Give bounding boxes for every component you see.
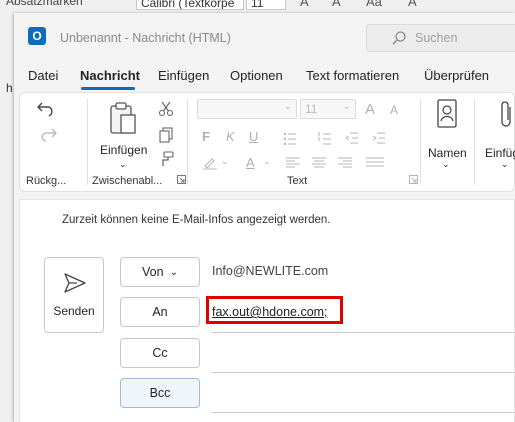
- ribbon-tabs: Datei Nachricht Einfügen Optionen Text f…: [14, 68, 515, 88]
- cut-scissors-icon[interactable]: [158, 101, 174, 117]
- font-color-button[interactable]: A: [246, 155, 255, 170]
- cc-label: Cc: [152, 346, 168, 360]
- background-toolbar: Absatzmarken Calibri (Textkörpe 11 A A A…: [0, 0, 515, 13]
- ribbon-separator: [187, 99, 188, 185]
- decrease-indent-icon[interactable]: [345, 131, 359, 145]
- active-tab-indicator: [81, 87, 135, 90]
- to-label: An: [152, 305, 168, 319]
- search-placeholder: Suchen: [415, 31, 458, 45]
- bcc-button[interactable]: Bcc: [120, 378, 200, 408]
- window-title: Unbenannt - Nachricht (HTML): [60, 31, 231, 45]
- attach-label[interactable]: Einfüg: [485, 146, 515, 160]
- tab-einfuegen[interactable]: Einfügen: [158, 68, 209, 83]
- clipboard-paste-icon[interactable]: [108, 101, 138, 137]
- line-spacing-icon[interactable]: [366, 157, 384, 169]
- to-field[interactable]: [212, 332, 515, 333]
- cc-button[interactable]: Cc: [120, 338, 200, 368]
- bold-button[interactable]: F: [202, 129, 210, 144]
- ribbon: Rückg... Einfügen ⌄ Zwischenabl... ⌄ 11 …: [19, 92, 515, 192]
- font-name-dropdown[interactable]: ⌄: [197, 99, 297, 119]
- redo-icon[interactable]: [38, 127, 58, 143]
- format-painter-icon[interactable]: [158, 151, 174, 167]
- background-font-box: Calibri (Textkörpe: [136, 0, 244, 10]
- to-recipient[interactable]: fax.out@hdone.com;: [212, 305, 328, 319]
- names-chevron-down-icon[interactable]: ⌄: [442, 159, 450, 170]
- background-left-strip: h: [0, 13, 14, 422]
- cc-field[interactable]: [212, 372, 515, 373]
- outlook-logo-icon: O: [28, 27, 46, 45]
- group-label-clipboard: Zwischenabl...: [92, 175, 163, 187]
- paperclip-icon[interactable]: [500, 99, 514, 129]
- message-window: O Unbenannt - Nachricht (HTML) Suchen Da…: [14, 13, 515, 422]
- group-label-undo: Rückg...: [26, 175, 67, 187]
- highlight-pen-icon[interactable]: [202, 156, 218, 170]
- numbered-list-icon[interactable]: [318, 131, 332, 145]
- grow-font-button[interactable]: A: [365, 101, 375, 118]
- background-case-glyph: Aa: [366, 0, 382, 9]
- tab-optionen[interactable]: Optionen: [230, 68, 283, 83]
- size-dropdown-chevron-icon: ⌄: [342, 101, 351, 112]
- ribbon-separator: [420, 99, 421, 185]
- background-top-text: Absatzmarken: [6, 0, 83, 8]
- shrink-font-button[interactable]: A: [390, 103, 398, 117]
- paste-chevron-down-icon[interactable]: ⌄: [119, 159, 127, 170]
- text-dialog-launcher-icon[interactable]: [409, 175, 418, 184]
- from-button[interactable]: Von ⌄: [120, 257, 200, 287]
- italic-button[interactable]: K: [226, 129, 235, 144]
- title-bar: O Unbenannt - Nachricht (HTML) Suchen: [14, 13, 515, 63]
- undo-icon[interactable]: [36, 99, 58, 117]
- font-color-chevron-down-icon[interactable]: ⌄: [263, 156, 271, 167]
- paste-label[interactable]: Einfügen: [100, 143, 147, 157]
- from-value: Info@NEWLITE.com: [212, 264, 329, 278]
- font-size-dropdown[interactable]: 11 ⌄: [300, 99, 356, 119]
- names-label[interactable]: Namen: [428, 146, 467, 160]
- underline-button[interactable]: U: [249, 129, 258, 144]
- to-button[interactable]: An: [120, 297, 200, 327]
- from-label: Von: [142, 265, 164, 279]
- send-icon: [64, 273, 86, 293]
- ribbon-separator: [87, 99, 88, 185]
- highlight-chevron-down-icon[interactable]: ⌄: [221, 156, 229, 167]
- font-dropdown-chevron-icon: ⌄: [283, 101, 292, 112]
- increase-indent-icon[interactable]: [372, 131, 386, 145]
- tab-nachricht[interactable]: Nachricht: [80, 68, 140, 83]
- send-button[interactable]: Senden: [44, 257, 104, 333]
- attach-chevron-down-icon[interactable]: ⌄: [501, 159, 509, 170]
- tab-text-formatieren[interactable]: Text formatieren: [306, 68, 399, 83]
- compose-area: Zurzeit können keine E-Mail-Infos angeze…: [19, 199, 515, 422]
- background-clear-format-glyph: A: [408, 0, 417, 9]
- copy-icon[interactable]: [158, 127, 174, 143]
- align-right-icon[interactable]: [338, 157, 352, 169]
- send-label: Senden: [53, 304, 95, 318]
- address-book-icon[interactable]: [436, 99, 458, 129]
- align-left-icon[interactable]: [286, 157, 300, 169]
- bcc-label: Bcc: [149, 386, 171, 400]
- group-label-text: Text: [287, 175, 308, 187]
- bullet-list-icon[interactable]: [283, 131, 297, 145]
- search-box[interactable]: Suchen: [366, 24, 515, 52]
- chevron-down-icon: ⌄: [169, 267, 178, 278]
- align-center-icon[interactable]: [312, 157, 326, 169]
- font-size-value: 11: [305, 102, 318, 116]
- bcc-field[interactable]: [212, 412, 515, 413]
- info-message: Zurzeit können keine E-Mail-Infos angeze…: [62, 214, 331, 226]
- tab-ueberpruefen[interactable]: Überprüfen: [424, 68, 489, 83]
- ribbon-separator: [474, 99, 475, 185]
- clipboard-dialog-launcher-icon[interactable]: [177, 175, 186, 184]
- background-left-letter: h: [6, 81, 13, 95]
- tab-datei[interactable]: Datei: [28, 68, 58, 83]
- search-icon: [392, 31, 406, 45]
- background-size-box: 11: [246, 0, 286, 10]
- background-shrink-font-glyph: A: [332, 0, 341, 9]
- background-grow-font-glyph: A: [300, 0, 309, 9]
